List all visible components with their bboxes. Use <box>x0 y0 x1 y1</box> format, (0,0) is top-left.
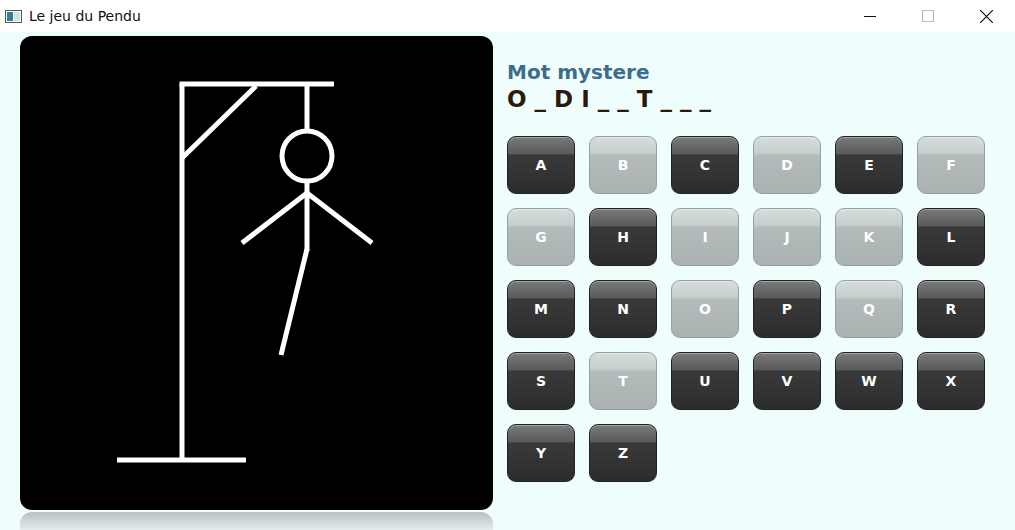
letter-button: D <box>753 136 821 194</box>
letter-button[interactable]: A <box>507 136 575 194</box>
letter-button[interactable]: R <box>917 280 985 338</box>
letter-button: B <box>589 136 657 194</box>
letter-button: K <box>835 208 903 266</box>
letter-button[interactable]: C <box>671 136 739 194</box>
letter-button[interactable]: L <box>917 208 985 266</box>
gallows-frame <box>117 84 334 460</box>
gallows-icon <box>20 36 493 510</box>
letter-button: I <box>671 208 739 266</box>
rope-part <box>307 84 308 131</box>
left-leg-part <box>281 249 307 355</box>
letter-button: J <box>753 208 821 266</box>
close-icon[interactable] <box>957 0 1015 32</box>
letter-button[interactable]: Y <box>507 424 575 482</box>
mystery-title: Mot mystere <box>507 60 985 84</box>
head-part <box>282 131 332 181</box>
letter-button[interactable]: N <box>589 280 657 338</box>
letter-button[interactable]: E <box>835 136 903 194</box>
letter-button: Q <box>835 280 903 338</box>
letter-button: T <box>589 352 657 410</box>
panel-reflection <box>20 512 493 530</box>
maximize-icon <box>899 0 957 32</box>
letter-button[interactable]: U <box>671 352 739 410</box>
letter-button[interactable]: P <box>753 280 821 338</box>
left-arm-part <box>242 193 307 243</box>
hangman-panel <box>20 36 493 510</box>
letter-button[interactable]: W <box>835 352 903 410</box>
letter-button[interactable]: V <box>753 352 821 410</box>
letter-button: O <box>671 280 739 338</box>
letter-keyboard: ABCDEF GHIJKL MNOPQR STUVWX YZ <box>507 136 985 482</box>
letter-button[interactable]: H <box>589 208 657 266</box>
letter-button[interactable]: Z <box>589 424 657 482</box>
app-icon <box>5 10 22 23</box>
letter-button[interactable]: X <box>917 352 985 410</box>
body-part <box>307 181 308 251</box>
letter-button: F <box>917 136 985 194</box>
title-bar: Le jeu du Pendu <box>0 0 1015 32</box>
right-arm-part <box>307 193 372 243</box>
letter-button[interactable]: M <box>507 280 575 338</box>
letter-button: G <box>507 208 575 266</box>
window-title: Le jeu du Pendu <box>29 6 141 27</box>
mystery-word: O _ D I _ _ T _ _ _ <box>507 84 985 114</box>
minimize-icon[interactable] <box>841 0 899 32</box>
letter-button[interactable]: S <box>507 352 575 410</box>
